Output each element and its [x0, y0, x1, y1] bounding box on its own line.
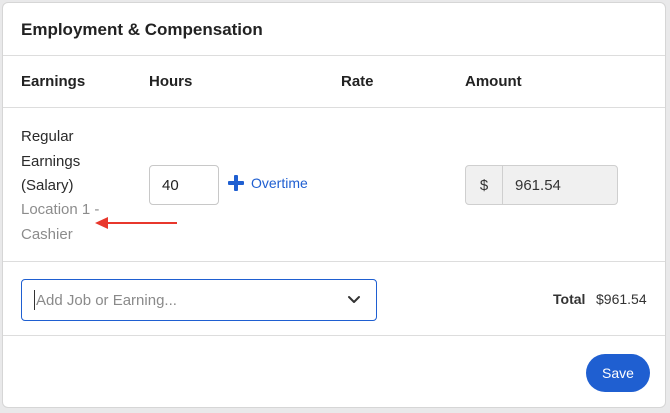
overtime-label: Overtime [251, 175, 308, 191]
column-header-amount: Amount [465, 73, 522, 90]
plus-icon [228, 175, 244, 191]
text-caret [34, 290, 35, 310]
save-button[interactable]: Save [586, 354, 650, 392]
add-job-or-earning-select[interactable]: Add Job or Earning... [21, 279, 377, 321]
column-header-hours: Hours [149, 73, 193, 90]
currency-prefix: $ [466, 166, 503, 204]
divider [3, 55, 665, 56]
total-label: Total [553, 291, 586, 307]
column-header-earnings: Earnings [21, 73, 86, 90]
employment-compensation-card: Employment & Compensation Earnings Hours… [2, 2, 666, 408]
add-overtime-button[interactable]: Overtime [228, 175, 308, 191]
section-title: Employment & Compensation [21, 20, 263, 39]
chevron-down-icon [348, 296, 360, 303]
total-value: $961.54 [596, 291, 647, 307]
amount-field: $ 961.54 [465, 165, 618, 205]
divider [3, 107, 665, 108]
divider [3, 261, 665, 262]
hours-input[interactable] [149, 165, 219, 205]
divider [3, 335, 665, 336]
amount-value: 961.54 [515, 176, 561, 194]
earning-name: Regular Earnings (Salary) [21, 128, 81, 194]
arrow-annotation [95, 217, 177, 229]
add-job-placeholder: Add Job or Earning... [36, 291, 177, 309]
column-header-rate: Rate [341, 73, 374, 90]
